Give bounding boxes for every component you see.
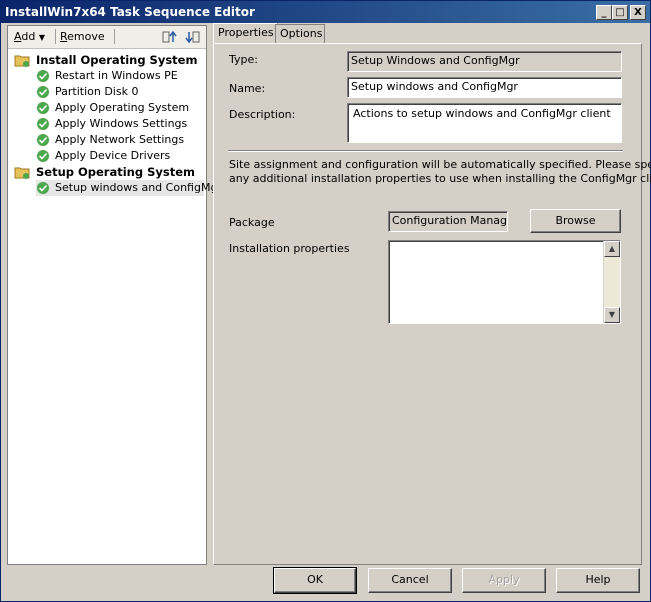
tree-item-label: Restart in Windows PE bbox=[55, 69, 178, 82]
info-text-line2: any additional installation properties t… bbox=[229, 172, 651, 185]
installation-properties-label: Installation properties bbox=[229, 242, 350, 255]
tab-properties[interactable]: Properties bbox=[213, 23, 278, 44]
check-icon bbox=[37, 86, 49, 98]
tree-group-setup-os[interactable]: Setup Operating System bbox=[14, 164, 204, 180]
task-sequence-tree-pane: Add ▼ Remove Install Operating System Re… bbox=[7, 25, 222, 565]
package-label: Package bbox=[229, 216, 275, 229]
tree-item-label: Partition Disk 0 bbox=[55, 85, 139, 98]
tree-item-label: Setup windows and ConfigMgr bbox=[55, 181, 222, 194]
cancel-button[interactable]: Cancel bbox=[368, 568, 452, 593]
tree-item-label: Apply Network Settings bbox=[55, 133, 185, 146]
toolbar-separator bbox=[55, 29, 56, 44]
check-icon bbox=[37, 118, 49, 130]
maximize-button[interactable]: □ bbox=[612, 5, 628, 20]
add-menu-button[interactable]: Add ▼ bbox=[14, 30, 45, 43]
minimize-button[interactable]: _ bbox=[596, 5, 612, 20]
check-icon bbox=[37, 134, 49, 146]
add-label-rest: dd bbox=[21, 30, 36, 43]
title-bar[interactable]: InstallWin7x64 Task Sequence Editor _ □ … bbox=[1, 1, 650, 23]
scroll-down-icon[interactable]: ▼ bbox=[604, 307, 620, 323]
ok-button[interactable]: OK bbox=[273, 567, 357, 594]
window-title: InstallWin7x64 Task Sequence Editor bbox=[5, 5, 255, 19]
tree-item[interactable]: Apply Device Drivers bbox=[36, 148, 204, 164]
tab-options[interactable]: Options bbox=[275, 24, 325, 43]
close-button[interactable]: X bbox=[630, 5, 646, 20]
tree-group-label: Install Operating System bbox=[36, 53, 198, 67]
name-field[interactable]: Setup windows and ConfigMgr bbox=[347, 77, 622, 98]
vertical-scrollbar[interactable]: ▲ ▼ bbox=[603, 241, 620, 323]
browse-button[interactable]: Browse bbox=[530, 209, 621, 233]
scroll-up-icon[interactable]: ▲ bbox=[604, 241, 620, 257]
tree-item[interactable]: Apply Operating System bbox=[36, 100, 204, 116]
remove-button[interactable]: Remove bbox=[60, 30, 105, 43]
divider bbox=[228, 150, 623, 152]
check-icon bbox=[37, 70, 49, 82]
package-field: Configuration Manager Client Package bbox=[388, 211, 508, 232]
task-sequence-editor-window: InstallWin7x64 Task Sequence Editor _ □ … bbox=[0, 0, 651, 602]
folder-icon bbox=[14, 55, 30, 67]
chevron-down-icon: ▼ bbox=[38, 33, 45, 42]
name-label: Name: bbox=[229, 82, 266, 95]
tree-item-label: Apply Operating System bbox=[55, 101, 190, 114]
tree-item-selected[interactable]: Setup windows and ConfigMgr bbox=[36, 180, 222, 196]
tree-group-label: Setup Operating System bbox=[36, 165, 196, 179]
tree-group-install-os[interactable]: Install Operating System bbox=[14, 52, 204, 68]
description-label: Description: bbox=[229, 108, 296, 121]
tree-item-label: Apply Device Drivers bbox=[55, 149, 171, 162]
check-icon bbox=[37, 102, 49, 114]
type-label: Type: bbox=[229, 53, 258, 66]
check-icon bbox=[37, 182, 49, 194]
properties-panel: Type: Setup Windows and ConfigMgr Name: … bbox=[213, 43, 651, 565]
type-field: Setup Windows and ConfigMgr bbox=[347, 51, 622, 72]
tree-item[interactable]: Restart in Windows PE bbox=[36, 68, 204, 84]
move-down-icon[interactable] bbox=[184, 29, 200, 45]
help-button[interactable]: Help bbox=[556, 568, 640, 593]
remove-label-rest: emove bbox=[67, 30, 105, 43]
check-icon bbox=[37, 150, 49, 162]
installation-properties-textarea[interactable]: ▲ ▼ bbox=[388, 240, 621, 324]
info-text-line1: Site assignment and configuration will b… bbox=[229, 158, 651, 171]
tree-item[interactable]: Partition Disk 0 bbox=[36, 84, 204, 100]
folder-icon bbox=[14, 167, 30, 179]
tree-item[interactable]: Apply Network Settings bbox=[36, 132, 204, 148]
move-up-icon[interactable] bbox=[162, 29, 178, 45]
tree-item-label: Apply Windows Settings bbox=[55, 117, 188, 130]
description-field[interactable]: Actions to setup windows and ConfigMgr c… bbox=[347, 103, 622, 143]
tree-item[interactable]: Apply Windows Settings bbox=[36, 116, 204, 132]
toolbar-separator bbox=[114, 29, 115, 44]
apply-button[interactable]: Apply bbox=[462, 568, 546, 593]
tree-toolbar: Add ▼ Remove bbox=[8, 26, 206, 49]
